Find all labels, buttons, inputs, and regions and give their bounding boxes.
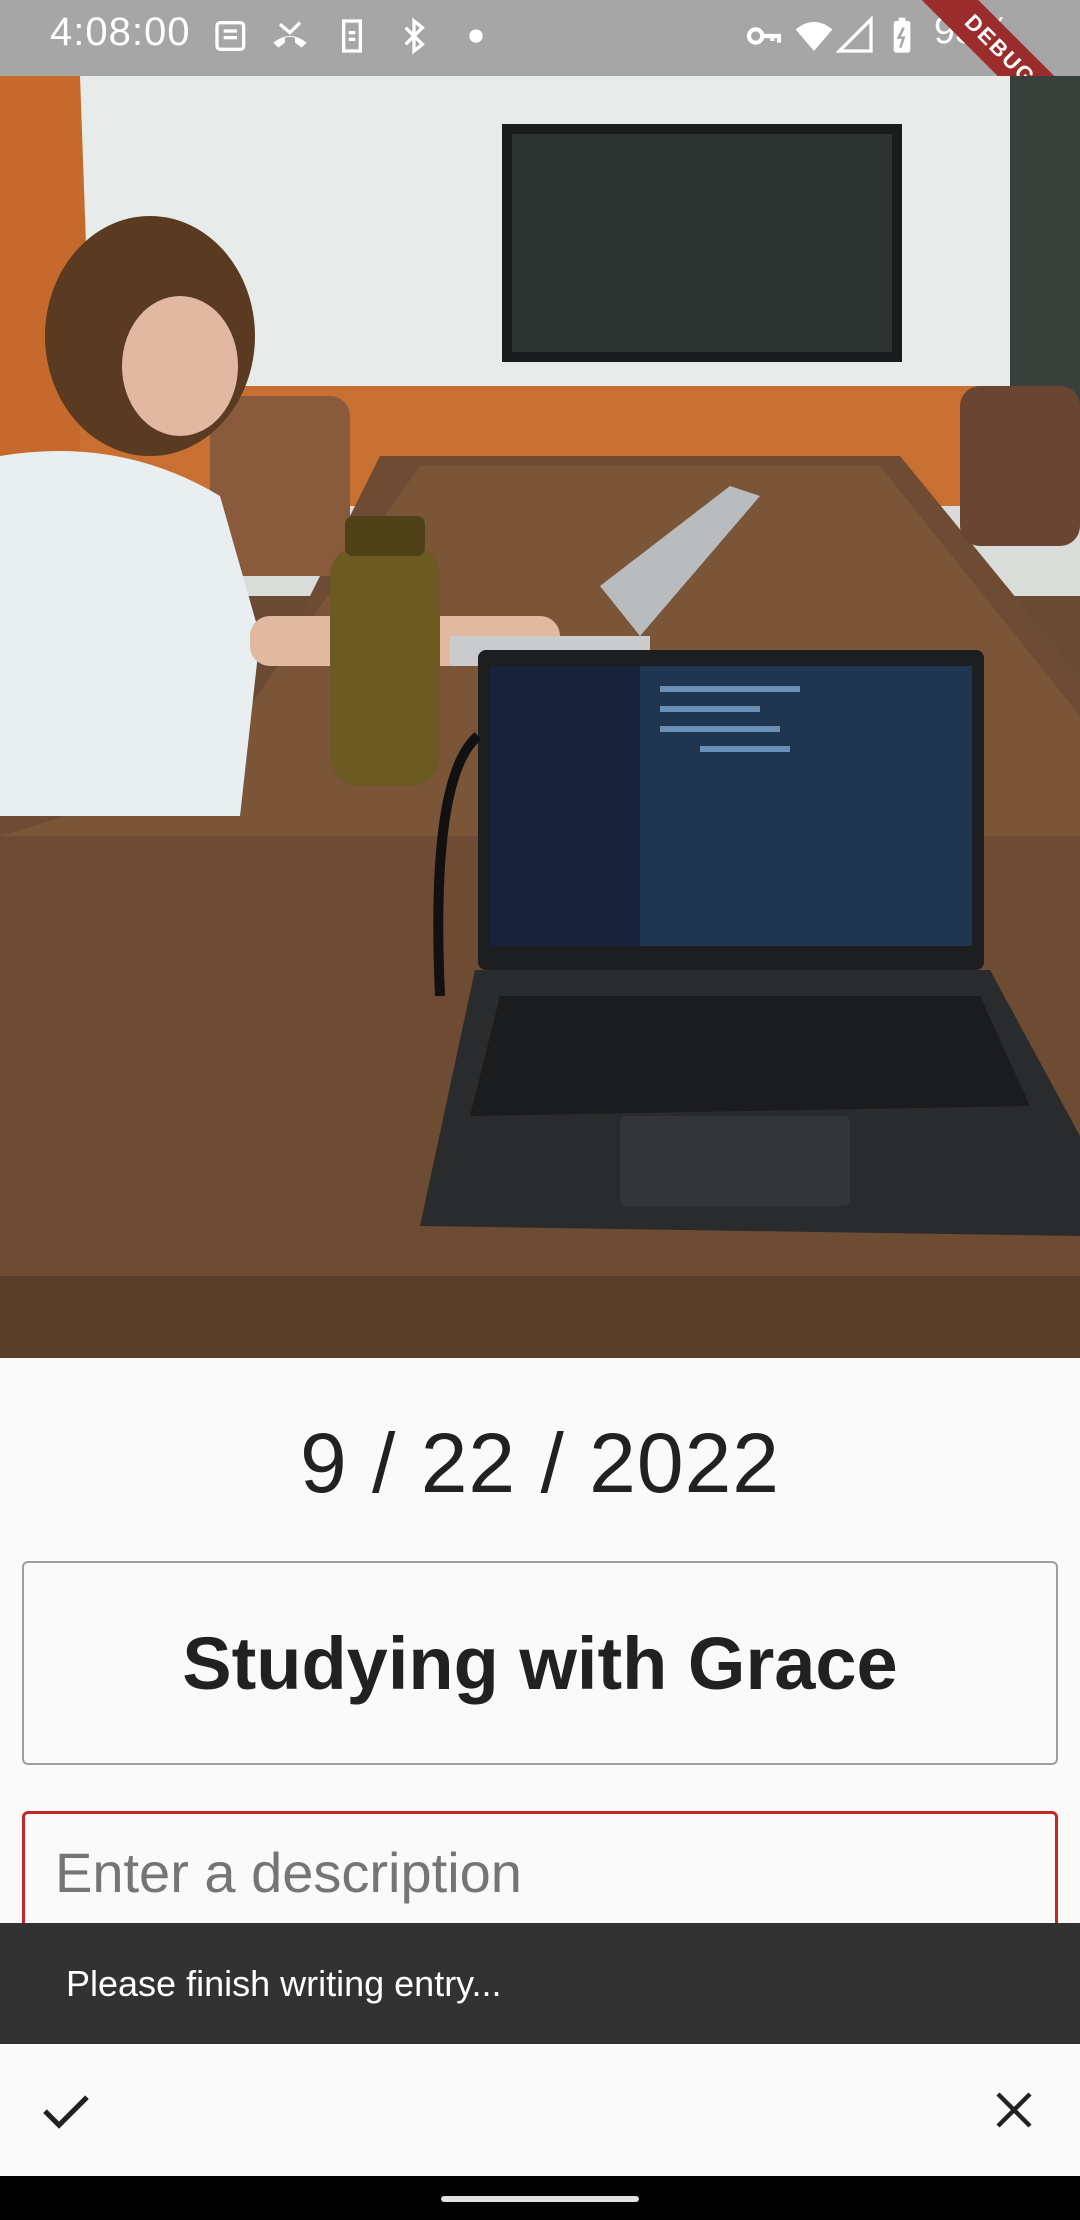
- entry-photo-image: [0, 76, 1080, 1358]
- battery-icon: [893, 17, 911, 53]
- dot-icon: [469, 29, 483, 43]
- news-icon: [215, 21, 246, 51]
- wifi-icon: [795, 21, 833, 51]
- close-icon: [996, 2092, 1032, 2128]
- vpn-key-icon: [746, 27, 782, 45]
- confirm-button[interactable]: [20, 2064, 112, 2156]
- signal-icon: [836, 16, 873, 53]
- title-text: Studying with Grace: [182, 1621, 898, 1705]
- status-bar: 4:08:00 93% DEBUG: [0, 0, 1080, 76]
- entry-photo[interactable]: [0, 76, 1080, 1358]
- sim-icon: [342, 19, 362, 53]
- navigation-bar: [0, 2176, 1080, 2220]
- snackbar-message: Please finish writing entry...: [66, 1962, 502, 2004]
- missed-call-icon: [273, 21, 307, 48]
- entry-date[interactable]: 9 / 22 / 2022: [0, 1415, 1080, 1512]
- check-icon: [43, 2095, 89, 2129]
- title-field[interactable]: Studying with Grace: [22, 1561, 1058, 1765]
- snackbar: Please finish writing entry...: [0, 1923, 1080, 2044]
- status-time: 4:08:00: [50, 10, 191, 54]
- cancel-button[interactable]: [968, 2064, 1060, 2156]
- bluetooth-icon: [404, 17, 425, 55]
- description-input[interactable]: [55, 1832, 1015, 1912]
- action-bar: [0, 2044, 1080, 2176]
- home-gesture-bar[interactable]: [441, 2196, 639, 2202]
